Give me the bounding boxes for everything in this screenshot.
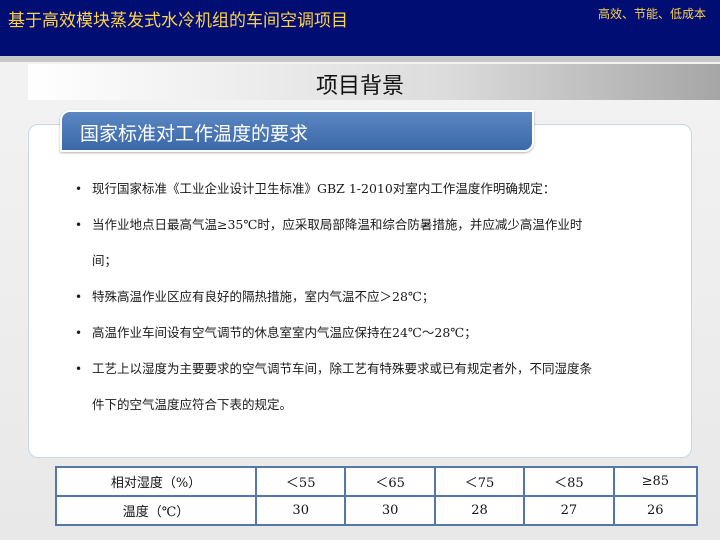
bullet-text: 工艺上以湿度为主要要求的空气调节车间，除工艺有特殊要求或已有规定者外，不同湿度条…: [92, 361, 593, 412]
heading-band: 项目背景: [28, 64, 720, 100]
table-cell: 27: [523, 495, 615, 526]
bullet-text: 现行国家标准《工业企业设计卫生标准》GBZ 1-2010对室内工作温度作明确规定…: [92, 181, 556, 196]
table-cell: 26: [612, 495, 699, 526]
bullet-icon: •: [75, 218, 83, 232]
humidity-temperature-table: 相对湿度（%） ＜55 ＜65 ＜75 ＜85 ≥85 温度（℃） 30 30 …: [55, 466, 699, 526]
list-item: • 特殊高温作业区应有良好的隔热措施，室内气温不应＞28℃；: [72, 279, 592, 315]
row-header: 相对湿度（%）: [55, 466, 257, 497]
divider: [0, 56, 720, 62]
bullet-text: 高温作业车间设有空气调节的休息室室内气温应保持在24℃～28℃；: [92, 325, 477, 340]
table-row: 温度（℃） 30 30 28 27 26: [55, 495, 699, 526]
table-cell: 30: [254, 495, 347, 526]
list-item: • 现行国家标准《工业企业设计卫生标准》GBZ 1-2010对室内工作温度作明确规…: [72, 171, 592, 207]
table-row: 相对湿度（%） ＜55 ＜65 ＜75 ＜85 ≥85: [55, 466, 699, 497]
slogan: 高效、节能、低成本: [597, 7, 706, 21]
bullet-icon: •: [75, 182, 83, 196]
bullet-icon: •: [75, 290, 83, 304]
list-item: • 高温作业车间设有空气调节的休息室室内气温应保持在24℃～28℃；: [72, 315, 592, 351]
title-bar: 基于高效模块蒸发式水冷机组的车间空调项目 高效、节能、低成本: [0, 0, 720, 56]
table-cell: ≥85: [612, 466, 699, 497]
bullet-text: 特殊高温作业区应有良好的隔热措施，室内气温不应＞28℃；: [92, 289, 435, 304]
bullet-text: 当作业地点日最高气温≥35℃时，应采取局部降温和综合防暑措施，并应减少高温作业时…: [92, 217, 583, 268]
row-header: 温度（℃）: [55, 495, 257, 526]
page-title: 项目背景: [315, 74, 404, 99]
bullet-icon: •: [75, 326, 83, 340]
section-title: 国家标准对工作温度的要求: [80, 123, 309, 145]
table-cell: ＜65: [344, 466, 436, 497]
table-cell: 28: [433, 495, 526, 526]
section-header: 国家标准对工作温度的要求: [60, 110, 534, 152]
bullet-icon: •: [75, 362, 83, 376]
table-cell: 30: [344, 495, 436, 526]
list-item: • 工艺上以湿度为主要要求的空气调节车间，除工艺有特殊要求或已有规定者外，不同湿度…: [72, 351, 592, 423]
list-item: • 当作业地点日最高气温≥35℃时，应采取局部降温和综合防暑措施，并应减少高温作业…: [72, 207, 592, 279]
table-cell: ＜55: [254, 466, 347, 497]
presentation-title: 基于高效模块蒸发式水冷机组的车间空调项目: [8, 11, 348, 31]
bullet-list: • 现行国家标准《工业企业设计卫生标准》GBZ 1-2010对室内工作温度作明确规…: [72, 171, 592, 423]
table-cell: ＜75: [433, 466, 526, 497]
table-cell: ＜85: [523, 466, 615, 497]
